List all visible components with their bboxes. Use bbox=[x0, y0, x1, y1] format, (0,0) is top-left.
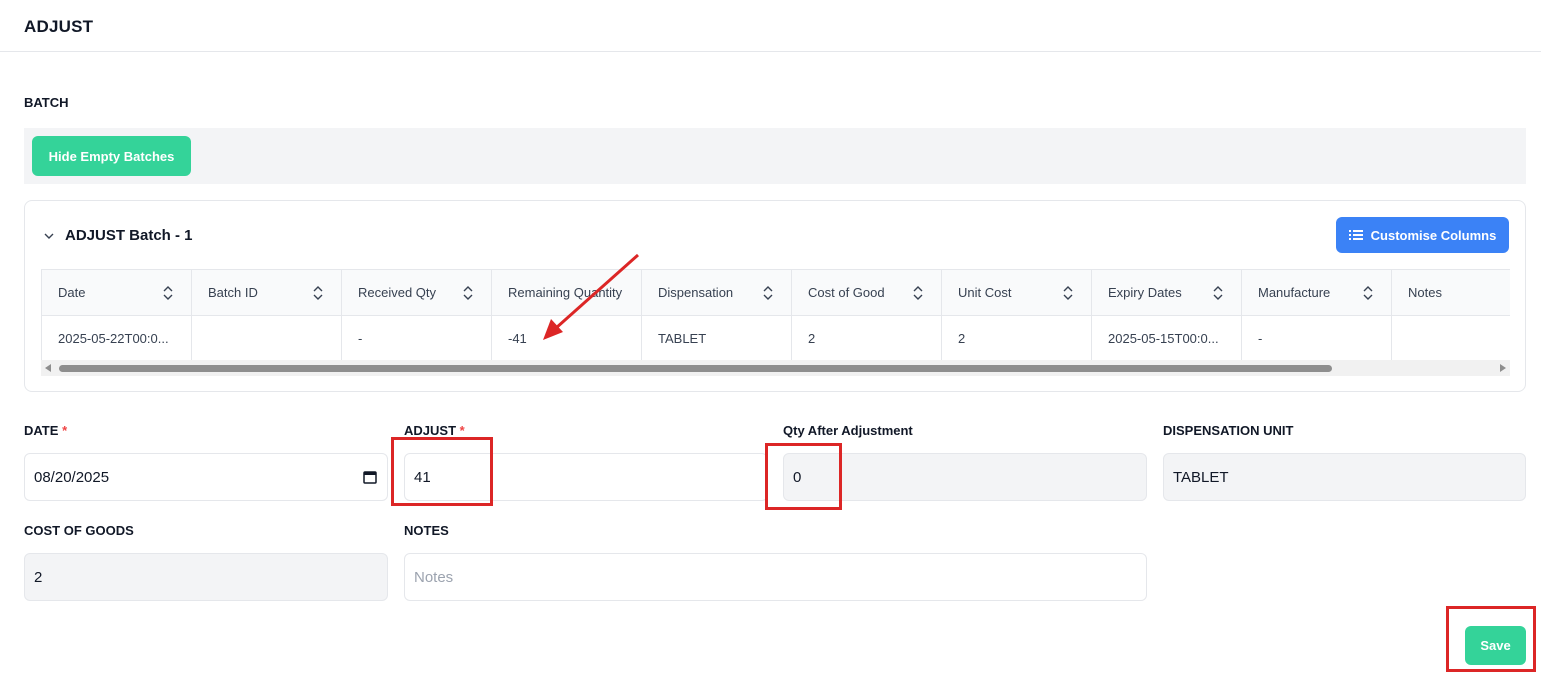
hide-empty-batches-button[interactable]: Hide Empty Batches bbox=[32, 136, 191, 176]
column-header-date[interactable]: Date bbox=[41, 269, 192, 316]
date-field[interactable]: 08/20/2025 bbox=[24, 453, 388, 501]
scroll-left-icon[interactable] bbox=[45, 364, 51, 372]
save-button[interactable]: Save bbox=[1465, 626, 1526, 665]
cell-date: 2025-05-22T00:0... bbox=[41, 315, 192, 361]
sort-icon bbox=[1213, 286, 1223, 300]
sort-icon bbox=[463, 286, 473, 300]
batch-section-label: BATCH bbox=[24, 95, 69, 110]
batch-card: ADJUST Batch - 1 Customise Columns Date … bbox=[24, 200, 1526, 392]
sort-icon bbox=[1363, 286, 1373, 300]
sort-icon bbox=[313, 286, 323, 300]
batch-table-container: Date Batch ID Received Qty Remaining Qua… bbox=[41, 269, 1510, 379]
dispensation-unit-value: TABLET bbox=[1173, 468, 1229, 486]
cell-received-qty: - bbox=[341, 315, 492, 361]
batch-card-title: ADJUST Batch - 1 bbox=[65, 227, 193, 244]
customise-columns-label: Customise Columns bbox=[1370, 227, 1497, 243]
column-header-cost-of-good[interactable]: Cost of Good bbox=[791, 269, 942, 316]
sort-icon bbox=[913, 286, 923, 300]
adjust-field[interactable] bbox=[404, 453, 768, 501]
cell-manufacture: - bbox=[1241, 315, 1392, 361]
adjust-input[interactable] bbox=[414, 454, 767, 500]
notes-label: NOTES bbox=[404, 523, 449, 538]
dispensation-unit-label: DISPENSATION UNIT bbox=[1163, 423, 1294, 438]
adjust-label: ADJUST * bbox=[404, 423, 465, 438]
column-header-unit-cost[interactable]: Unit Cost bbox=[941, 269, 1092, 316]
scroll-right-icon[interactable] bbox=[1500, 364, 1506, 372]
column-header-expiry-dates[interactable]: Expiry Dates bbox=[1091, 269, 1242, 316]
column-header-remaining-quantity[interactable]: Remaining Quantity bbox=[491, 269, 642, 316]
sort-icon bbox=[763, 286, 773, 300]
batch-table: Date Batch ID Received Qty Remaining Qua… bbox=[41, 269, 1510, 361]
cost-of-goods-label: COST OF GOODS bbox=[24, 523, 134, 538]
cell-remaining-quantity: -41 bbox=[491, 315, 642, 361]
horizontal-scrollbar[interactable] bbox=[41, 360, 1510, 376]
customise-columns-button[interactable]: Customise Columns bbox=[1336, 217, 1509, 253]
sort-icon bbox=[163, 286, 173, 300]
cell-cost-of-good: 2 bbox=[791, 315, 942, 361]
cell-expiry-dates: 2025-05-15T00:0... bbox=[1091, 315, 1242, 361]
list-icon bbox=[1348, 230, 1363, 240]
cell-notes bbox=[1391, 315, 1510, 361]
column-header-manufacture[interactable]: Manufacture bbox=[1241, 269, 1392, 316]
notes-input[interactable] bbox=[414, 554, 1146, 600]
column-header-dispensation[interactable]: Dispensation bbox=[641, 269, 792, 316]
sort-icon bbox=[1063, 286, 1073, 300]
table-row[interactable]: 2025-05-22T00:0... - -41 TABLET 2 2 2025… bbox=[41, 315, 1510, 361]
column-header-batch-id[interactable]: Batch ID bbox=[191, 269, 342, 316]
date-label: DATE * bbox=[24, 423, 68, 438]
calendar-icon[interactable] bbox=[363, 470, 377, 484]
column-header-received-qty[interactable]: Received Qty bbox=[341, 269, 492, 316]
cell-batch-id bbox=[191, 315, 342, 361]
batch-card-header[interactable]: ADJUST Batch - 1 bbox=[43, 227, 193, 244]
date-value: 08/20/2025 bbox=[34, 468, 110, 486]
scroll-thumb[interactable] bbox=[59, 365, 1332, 372]
cell-dispensation: TABLET bbox=[641, 315, 792, 361]
cost-of-goods-field: 2 bbox=[24, 553, 388, 601]
page-title: ADJUST bbox=[24, 17, 94, 36]
batch-toolbar: Hide Empty Batches bbox=[24, 128, 1526, 184]
qty-after-field: 0 bbox=[783, 453, 1147, 501]
cell-unit-cost: 2 bbox=[941, 315, 1092, 361]
cost-of-goods-value: 2 bbox=[34, 568, 43, 586]
chevron-down-icon bbox=[44, 233, 54, 239]
notes-field[interactable] bbox=[404, 553, 1147, 601]
dispensation-unit-field: TABLET bbox=[1163, 453, 1526, 501]
top-bar: ADJUST bbox=[0, 0, 1541, 52]
table-header-row: Date Batch ID Received Qty Remaining Qua… bbox=[41, 269, 1510, 316]
column-header-notes[interactable]: Notes bbox=[1391, 269, 1510, 316]
qty-after-label: Qty After Adjustment bbox=[783, 423, 913, 438]
qty-after-value: 0 bbox=[793, 468, 802, 486]
